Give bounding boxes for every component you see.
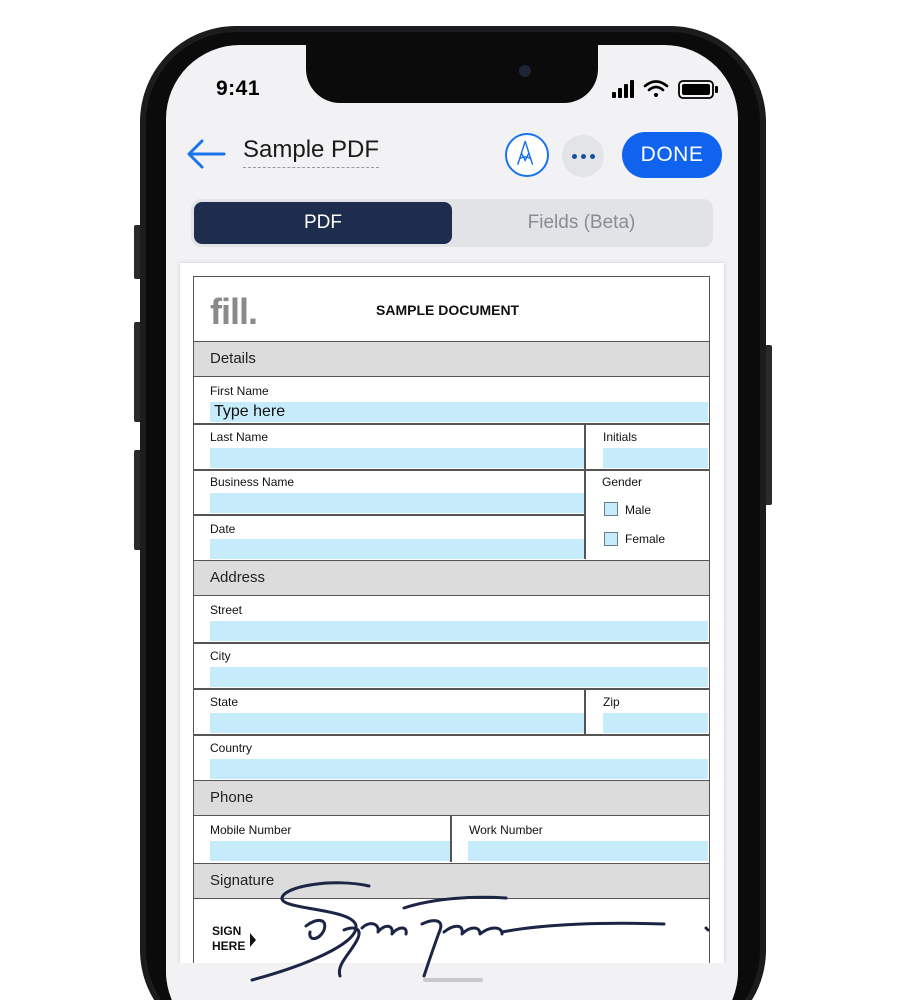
city-field[interactable]: [210, 667, 708, 687]
status-icons: [612, 80, 718, 99]
done-button[interactable]: DONE: [622, 132, 722, 178]
tab-bar: PDF Fields (Beta): [191, 199, 713, 247]
female-checkbox[interactable]: [604, 532, 618, 546]
row-divider: [194, 423, 709, 425]
wifi-icon: [643, 80, 669, 97]
row-divider: [194, 469, 709, 471]
sign-here-arrow-icon: [250, 933, 256, 947]
dot-icon: [589, 153, 595, 159]
work-number-field[interactable]: [468, 841, 708, 861]
label-female: Female: [625, 532, 666, 546]
form-heading: SAMPLE DOCUMENT: [376, 302, 520, 318]
column-divider: [450, 816, 452, 862]
document-title[interactable]: Sample PDF: [243, 136, 380, 168]
label-first-name: First Name: [210, 384, 269, 398]
column-divider: [584, 423, 586, 559]
section-details: Details: [194, 341, 709, 377]
country-field[interactable]: [210, 759, 708, 779]
initials-field[interactable]: [603, 448, 708, 468]
notch: [306, 45, 598, 103]
battery-icon: [678, 80, 718, 99]
state-field[interactable]: [210, 713, 584, 733]
label-business-name: Business Name: [210, 475, 295, 489]
stage: 9:41 Sample PDF DONE PDF Fields (Beta) f…: [0, 0, 900, 1000]
label-last-name: Last Name: [210, 430, 269, 444]
label-mobile-number: Mobile Number: [210, 823, 292, 837]
pen-icon: [517, 140, 534, 165]
section-address: Address: [194, 560, 709, 596]
row-divider: [194, 642, 709, 644]
label-zip: Zip: [603, 695, 620, 709]
label-gender: Gender: [602, 475, 643, 489]
last-name-field[interactable]: [210, 448, 584, 468]
label-street: Street: [210, 603, 243, 617]
label-work-number: Work Number: [469, 823, 543, 837]
tab-fields-beta[interactable]: Fields (Beta): [453, 202, 710, 244]
sample-form: fill. SAMPLE DOCUMENT Details First Name…: [193, 276, 710, 976]
home-indicator[interactable]: [423, 978, 483, 982]
section-phone: Phone: [194, 780, 709, 816]
zip-field[interactable]: [603, 713, 708, 733]
label-state: State: [210, 695, 239, 709]
camera-icon: [519, 65, 531, 77]
status-time: 9:41: [216, 77, 261, 100]
label-male: Male: [625, 503, 652, 517]
fill-logo: fill.: [210, 291, 258, 332]
signal-icon: [612, 80, 634, 98]
row-divider: [194, 734, 709, 736]
section-signature: Signature: [194, 863, 709, 899]
more-options-button[interactable]: [562, 135, 604, 177]
pen-button[interactable]: [505, 133, 549, 177]
sign-here-label: SIGN HERE: [212, 924, 245, 954]
label-country: Country: [210, 741, 253, 755]
label-initials: Initials: [603, 430, 638, 444]
dot-icon: [571, 153, 577, 159]
sign-here-line: HERE: [212, 939, 246, 953]
row-divider: [194, 514, 584, 516]
label-date: Date: [210, 522, 236, 536]
phone-screen: 9:41 Sample PDF DONE PDF Fields (Beta) f…: [166, 45, 738, 1000]
mobile-number-field[interactable]: [210, 841, 450, 861]
date-field[interactable]: [210, 539, 584, 559]
male-checkbox[interactable]: [604, 502, 618, 516]
tab-pdf[interactable]: PDF: [194, 202, 452, 244]
business-name-field[interactable]: [210, 493, 584, 513]
sign-here-line: SIGN: [212, 924, 242, 938]
row-divider: [194, 688, 709, 690]
back-arrow-icon[interactable]: [186, 137, 226, 171]
column-divider: [584, 688, 586, 734]
first-name-field[interactable]: Type here: [210, 402, 708, 422]
label-city: City: [210, 649, 231, 663]
dot-icon: [580, 153, 586, 159]
street-field[interactable]: [210, 621, 708, 641]
